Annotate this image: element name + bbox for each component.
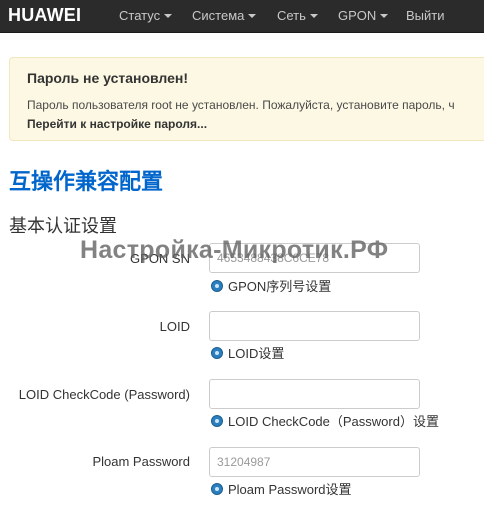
help-icon [211,347,223,359]
loid-input[interactable] [209,311,420,341]
ploam-password-input[interactable] [209,447,420,477]
go-to-password-settings-link[interactable]: Перейти к настройке пароля... [27,117,207,131]
alert-text: Пароль пользователя root не установлен. … [27,98,455,112]
watermark: Настройка-Микротик.РФ [80,236,389,264]
loid-label: LOID [159,319,190,334]
brand-logo[interactable]: HUAWEI [8,4,81,26]
nav-item-gpon[interactable]: GPON [338,8,389,24]
nav-item-logout-label: Выйти [406,8,445,23]
nav-item-system-label: Система [192,8,245,23]
help-icon [211,415,223,427]
loid-checkcode-input[interactable] [209,379,420,409]
alert-title: Пароль не установлен! [27,70,189,86]
ploam-password-hint: Ploam Password设置 [211,479,352,498]
nav-item-status[interactable]: Статус [119,8,173,24]
top-navbar: HUAWEI Статус Система Сеть GPON Выйти [0,0,484,33]
nav-item-network-label: Сеть [277,8,306,23]
chevron-down-icon [380,14,389,18]
nav-item-status-label: Статус [119,8,161,23]
loid-hint: LOID设置 [211,343,284,362]
help-icon [211,483,223,495]
section-title: 基本认证设置 [9,216,117,236]
loid-checkcode-label: LOID CheckCode (Password) [18,387,190,402]
ploam-password-label: Ploam Password [92,454,190,469]
chevron-down-icon [309,14,318,18]
page-title: 互操作兼容配置 [9,169,164,194]
help-icon [211,280,223,292]
loid-hint-text: LOID设置 [228,346,285,361]
chevron-down-icon [164,14,173,18]
nav-item-logout[interactable]: Выйти [406,8,445,24]
nav-item-gpon-label: GPON [338,8,377,23]
loid-checkcode-hint: LOID CheckCode（Password）设置 [211,411,439,430]
password-warning-alert: Пароль не установлен! Пароль пользовател… [9,57,484,141]
chevron-down-icon [248,14,257,18]
nav-item-network[interactable]: Сеть [277,8,318,24]
ploam-password-hint-text: Ploam Password设置 [228,482,352,497]
loid-checkcode-hint-text: LOID CheckCode（Password）设置 [228,414,439,429]
gpon-sn-hint-text: GPON序列号设置 [228,279,332,294]
gpon-sn-hint: GPON序列号设置 [211,276,331,295]
nav-item-system[interactable]: Система [192,8,257,24]
